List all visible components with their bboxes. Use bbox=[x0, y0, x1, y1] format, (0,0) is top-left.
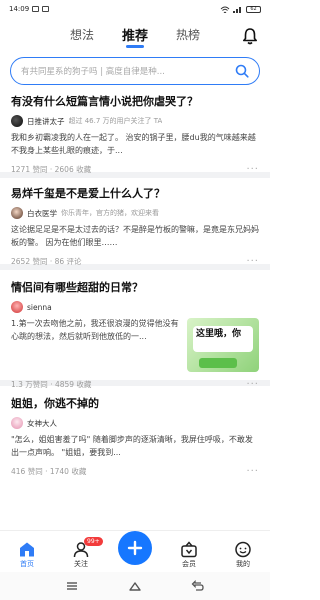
question-title[interactable]: 易烊千玺是不是爱上什么人了？ bbox=[11, 186, 259, 202]
thumbnail-caption: 这里哦，你 bbox=[193, 326, 253, 352]
avatar[interactable] bbox=[11, 115, 23, 127]
author-name[interactable]: sienna bbox=[27, 303, 52, 312]
answer-stats: 416 赞同 · 1740 收藏 ··· bbox=[11, 464, 259, 478]
vip-icon bbox=[181, 541, 197, 558]
author-row: 女神大人 bbox=[11, 416, 259, 430]
feed-card[interactable]: 姐姐，你逃不掉的 女神大人 "怎么，姐姐害羞了吗" 随着脚步声的逐渐清晰，我屏住… bbox=[0, 386, 270, 486]
author-row: 白衣医学 你乐青年，官方的猪，欢迎来看 bbox=[11, 206, 259, 220]
nav-home[interactable]: 首页 bbox=[4, 541, 50, 569]
nav-label: 会员 bbox=[182, 560, 196, 568]
feed-list: 有没有什么短篇言情小说把你虐哭了？ 日推讲太子 超过 46.7 万的用户关注了 … bbox=[0, 94, 270, 486]
status-time: 14:09 bbox=[9, 5, 30, 13]
nav-label: 我的 bbox=[236, 560, 250, 568]
top-tab-bar: 想法 推荐 热榜 bbox=[0, 18, 270, 54]
menu-icon[interactable] bbox=[65, 580, 79, 592]
author-description: 超过 46.7 万的用户关注了 TA bbox=[68, 117, 163, 125]
search-input[interactable]: 有共同星系的狗子吗 | 高度自律是种... bbox=[10, 57, 260, 85]
answer-excerpt[interactable]: 我和乡初霸凌我的人在一起了。 治安的锅子里，腰du我的气味越来越不我身上某些扎眼… bbox=[11, 131, 259, 157]
bell-icon[interactable] bbox=[242, 27, 258, 45]
wifi-icon bbox=[220, 6, 230, 13]
nav-label: 关注 bbox=[74, 560, 88, 568]
nav-vip[interactable]: 会员 bbox=[166, 541, 212, 569]
status-left: 14:09 bbox=[9, 5, 50, 13]
status-right: 62 bbox=[220, 5, 261, 13]
profile-icon bbox=[235, 541, 251, 558]
feed-card[interactable]: 有没有什么短篇言情小说把你虐哭了？ 日推讲太子 超过 46.7 万的用户关注了 … bbox=[0, 94, 270, 175]
chat-bubble-shape bbox=[199, 358, 237, 368]
battery-icon: 62 bbox=[246, 5, 261, 13]
search-area: 有共同星系的狗子吗 | 高度自律是种... bbox=[0, 54, 270, 85]
tab-ideas[interactable]: 想法 bbox=[70, 26, 94, 47]
plus-icon bbox=[127, 540, 143, 556]
create-button[interactable] bbox=[118, 531, 152, 565]
status-bar: 14:09 62 bbox=[0, 0, 270, 18]
nav-label: 首页 bbox=[20, 560, 34, 568]
question-title[interactable]: 有没有什么短篇言情小说把你虐哭了？ bbox=[11, 94, 259, 110]
signal-icon bbox=[233, 6, 241, 13]
avatar[interactable] bbox=[11, 417, 23, 429]
back-icon[interactable] bbox=[191, 580, 205, 592]
system-nav-bar bbox=[0, 572, 270, 600]
author-row: sienna bbox=[11, 300, 259, 314]
author-name[interactable]: 日推讲太子 bbox=[27, 116, 65, 127]
question-title[interactable]: 姐姐，你逃不掉的 bbox=[11, 396, 259, 412]
stats-text: 1271 赞同 · 2606 收藏 bbox=[11, 164, 92, 174]
answer-excerpt[interactable]: 这论据足足是不是太过去的话？不是醉是竹板的警嘛，是竟是东兄妈妈板的警。 因为在他… bbox=[11, 223, 259, 249]
home-key-icon[interactable] bbox=[128, 580, 142, 592]
excerpt-with-thumbnail: 1.第一次去吻他之前，我还很浪漫的觉得他没有心跳的想法，然后就听到他放低的一..… bbox=[11, 314, 259, 372]
author-description: 你乐青年，官方的猪，欢迎来看 bbox=[61, 209, 159, 217]
stats-text: 1.3 万赞同 · 4859 收藏 bbox=[11, 379, 92, 389]
notification-icon bbox=[32, 6, 40, 12]
more-options-icon[interactable]: ··· bbox=[246, 466, 259, 477]
more-options-icon[interactable]: ··· bbox=[246, 256, 259, 267]
tab-hot-list[interactable]: 热榜 bbox=[176, 26, 200, 47]
unread-badge: 99+ bbox=[84, 537, 103, 546]
tab-recommend[interactable]: 推荐 bbox=[122, 25, 148, 48]
more-options-icon[interactable]: ··· bbox=[246, 379, 259, 390]
author-name[interactable]: 女神大人 bbox=[27, 418, 57, 429]
answer-excerpt[interactable]: "怎么，姐姐害羞了吗" 随着脚步声的逐渐清晰，我屏住呼吸，不敢发出一点声响。 "… bbox=[11, 433, 259, 459]
answer-excerpt[interactable]: 1.第一次去吻他之前，我还很浪漫的觉得他没有心跳的想法，然后就听到他放低的一..… bbox=[11, 317, 181, 356]
feed-card[interactable]: 易烊千玺是不是爱上什么人了？ 白衣医学 你乐青年，官方的猪，欢迎来看 这论据足足… bbox=[0, 178, 270, 267]
stats-text: 2652 赞同 · 86 评论 bbox=[11, 256, 82, 266]
stats-text: 416 赞同 · 1740 收藏 bbox=[11, 466, 87, 476]
search-icon[interactable] bbox=[231, 61, 253, 81]
nav-profile[interactable]: 我的 bbox=[220, 541, 266, 569]
answer-thumbnail[interactable]: 这里哦，你 bbox=[187, 318, 259, 372]
feed-card[interactable]: 情侣间有哪些超甜的日常？ sienna 1.第一次去吻他之前，我还很浪漫的觉得他… bbox=[0, 270, 270, 390]
nav-following[interactable]: 99+ 关注 bbox=[58, 537, 104, 569]
battery-level: 62 bbox=[250, 6, 257, 12]
bottom-nav: 首页 99+ 关注 会员 我的 bbox=[0, 530, 270, 572]
image-icon bbox=[42, 6, 50, 12]
nav-create[interactable] bbox=[112, 531, 158, 569]
author-row: 日推讲太子 超过 46.7 万的用户关注了 TA bbox=[11, 114, 259, 128]
search-placeholder: 有共同星系的狗子吗 | 高度自律是种... bbox=[21, 67, 165, 77]
more-options-icon[interactable]: ··· bbox=[246, 164, 259, 175]
question-title[interactable]: 情侣间有哪些超甜的日常？ bbox=[11, 280, 259, 296]
avatar[interactable] bbox=[11, 207, 23, 219]
avatar[interactable] bbox=[11, 301, 23, 313]
home-icon bbox=[20, 542, 34, 557]
author-name[interactable]: 白衣医学 bbox=[27, 208, 57, 219]
